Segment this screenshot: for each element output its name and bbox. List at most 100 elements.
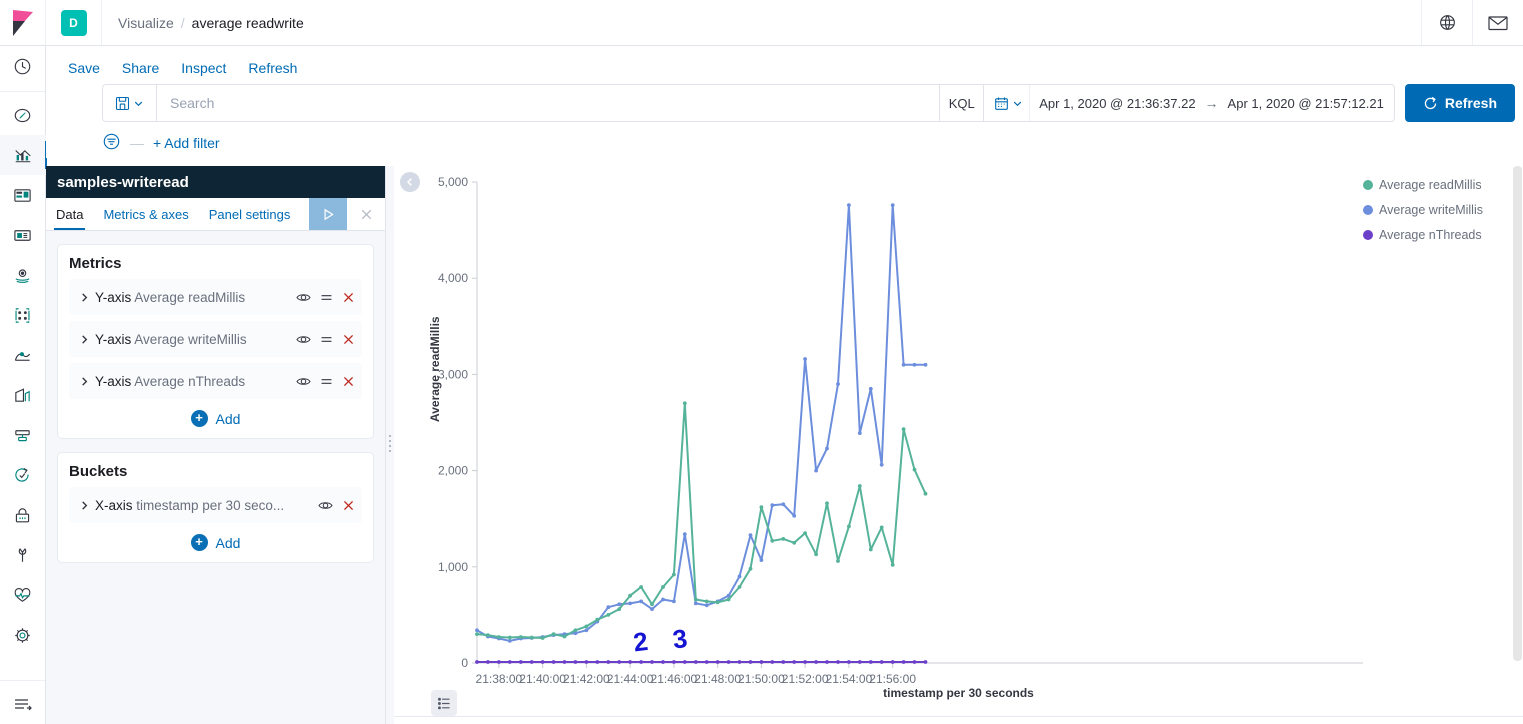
legend-item-read-millis[interactable]: Average readMillis [1363, 178, 1513, 192]
data-point[interactable] [573, 628, 578, 633]
inspect-button[interactable]: Inspect [181, 60, 226, 76]
line-chart[interactable]: 0 1,000 2,000 3,000 4,000 5,000 21:38:00 21:40:… [394, 166, 1523, 696]
remove-x-icon[interactable] [342, 375, 355, 388]
data-point[interactable] [518, 660, 523, 664]
data-point[interactable] [661, 597, 665, 602]
data-point[interactable] [715, 660, 720, 664]
data-point[interactable] [923, 660, 928, 664]
data-point[interactable] [682, 532, 687, 536]
data-point[interactable] [540, 660, 545, 664]
data-point[interactable] [562, 634, 567, 639]
chevron-right-icon[interactable] [73, 376, 95, 387]
data-point[interactable] [836, 559, 840, 563]
data-point[interactable] [704, 599, 709, 604]
date-start[interactable]: Apr 1, 2020 @ 21:36:37.22 [1039, 96, 1195, 111]
data-point[interactable] [781, 537, 786, 541]
data-point[interactable] [639, 585, 643, 589]
data-point[interactable] [650, 660, 654, 664]
breadcrumb-current[interactable]: average readwrite [192, 15, 304, 31]
breadcrumb-visualize[interactable]: Visualize [118, 15, 174, 31]
data-point[interactable] [693, 660, 698, 664]
data-point[interactable] [475, 660, 479, 664]
data-point[interactable] [606, 660, 611, 664]
legend-item-write-millis[interactable]: Average writeMillis [1363, 203, 1513, 217]
data-point[interactable] [803, 357, 807, 361]
data-point[interactable] [584, 628, 589, 633]
data-point[interactable] [890, 660, 895, 664]
data-point[interactable] [573, 660, 578, 664]
editor-resize-handle[interactable] [386, 166, 394, 724]
filter-icon[interactable] [102, 132, 121, 154]
data-point[interactable] [737, 660, 742, 664]
data-point[interactable] [617, 660, 622, 664]
data-point[interactable] [792, 540, 797, 545]
chevron-right-icon[interactable] [73, 292, 95, 303]
data-point[interactable] [912, 660, 917, 664]
metric-row-n-threads[interactable]: Y-axis Average nThreads [69, 363, 362, 399]
kibana-logo[interactable] [0, 0, 46, 45]
sidebar-item-maps[interactable] [0, 255, 46, 295]
data-point[interactable] [497, 635, 501, 639]
data-point[interactable] [857, 660, 862, 664]
data-point[interactable] [628, 660, 632, 664]
data-point[interactable] [518, 635, 523, 639]
drag-handle-icon[interactable] [320, 376, 333, 387]
sidebar-item-siem[interactable] [0, 495, 46, 535]
data-point[interactable] [715, 600, 720, 605]
data-point[interactable] [814, 552, 818, 557]
eye-icon[interactable] [296, 375, 311, 388]
metric-row-write-millis[interactable]: Y-axis Average writeMillis [69, 321, 362, 357]
sidebar-item-discover[interactable] [0, 95, 46, 135]
refresh-action-button[interactable]: Refresh [248, 60, 297, 76]
data-point[interactable] [868, 386, 873, 391]
data-point[interactable] [890, 203, 895, 207]
eye-icon[interactable] [296, 333, 311, 346]
data-point[interactable] [595, 617, 600, 622]
date-end[interactable]: Apr 1, 2020 @ 21:57:12.21 [1228, 96, 1384, 111]
legend-item-n-threads[interactable]: Average nThreads [1363, 228, 1513, 242]
sidebar-item-uptime[interactable] [0, 455, 46, 495]
apply-changes-button[interactable] [309, 198, 347, 230]
data-point[interactable] [890, 563, 895, 567]
add-metric-button[interactable]: + Add [69, 410, 362, 427]
data-point[interactable] [507, 635, 512, 640]
data-point[interactable] [759, 558, 764, 562]
data-point[interactable] [847, 660, 851, 664]
chart-vertical-scrollbar[interactable] [1513, 166, 1522, 661]
sidebar-item-monitoring[interactable] [0, 575, 46, 615]
data-point[interactable] [825, 660, 829, 664]
data-point[interactable] [682, 660, 687, 664]
data-point[interactable] [475, 628, 479, 633]
sidebar-item-canvas[interactable] [0, 215, 46, 255]
drag-handle-icon[interactable] [320, 334, 333, 345]
data-point[interactable] [693, 597, 698, 602]
data-point[interactable] [672, 572, 676, 577]
data-point[interactable] [759, 505, 764, 510]
add-filter-button[interactable]: + Add filter [153, 135, 220, 151]
data-point[interactable] [507, 660, 512, 664]
remove-x-icon[interactable] [342, 333, 355, 346]
data-point[interactable] [628, 601, 632, 606]
saved-query-button[interactable] [102, 84, 156, 122]
data-point[interactable] [693, 601, 698, 606]
data-point[interactable] [748, 533, 753, 537]
data-point[interactable] [868, 547, 873, 552]
save-button[interactable]: Save [68, 60, 100, 76]
globe-help-icon[interactable] [1421, 0, 1472, 45]
data-point[interactable] [901, 427, 906, 432]
data-point[interactable] [606, 613, 611, 617]
data-point[interactable] [781, 660, 786, 664]
data-point[interactable] [507, 639, 512, 643]
data-point[interactable] [803, 660, 807, 664]
data-point[interactable] [628, 593, 632, 598]
data-point[interactable] [726, 597, 731, 602]
sidebar-item-recently-viewed[interactable] [0, 46, 46, 86]
data-point[interactable] [847, 524, 851, 529]
eye-icon[interactable] [318, 499, 333, 512]
data-point[interactable] [770, 538, 775, 543]
data-point[interactable] [792, 660, 797, 664]
data-point[interactable] [814, 468, 818, 473]
data-point[interactable] [857, 484, 862, 488]
collapse-nav-icon[interactable] [0, 684, 46, 724]
data-point[interactable] [759, 660, 764, 664]
